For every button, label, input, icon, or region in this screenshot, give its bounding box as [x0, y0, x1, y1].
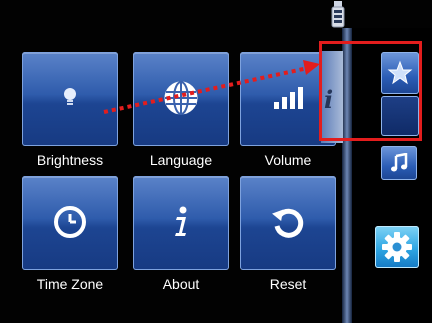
- annotation-arrow: [103, 60, 320, 114]
- device-screen: Brightness Language Volume Time Zone Abo…: [0, 0, 432, 323]
